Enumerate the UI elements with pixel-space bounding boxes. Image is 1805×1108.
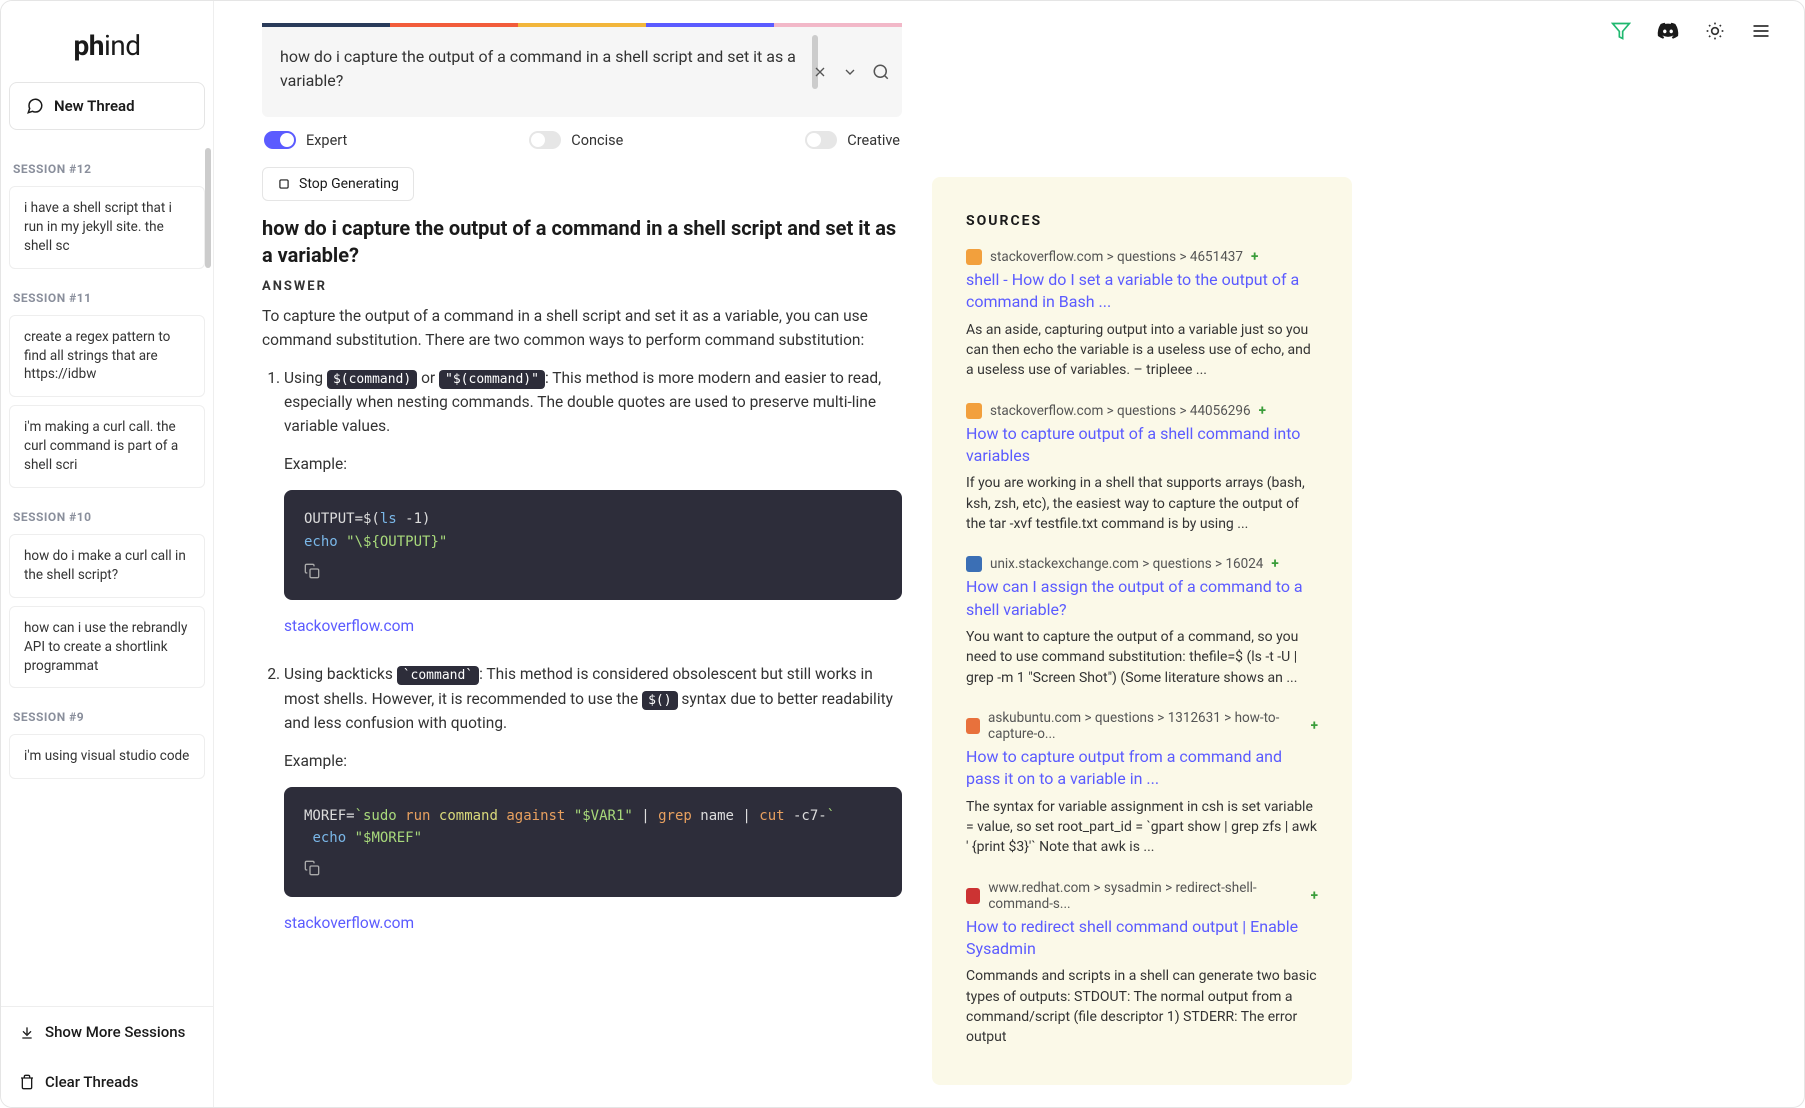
menu-icon[interactable] bbox=[1751, 21, 1771, 41]
session-item[interactable]: how can i use the rebrandly API to creat… bbox=[9, 606, 205, 689]
search-box bbox=[262, 27, 902, 117]
code-block-1: OUTPUT=$(ls -1) echo "\${OUTPUT}" bbox=[284, 490, 902, 600]
session-item[interactable]: how do i make a curl call in the shell s… bbox=[9, 534, 205, 598]
stop-icon bbox=[277, 177, 291, 191]
center-column: Expert Concise Creative Stop Generating … bbox=[262, 1, 902, 1107]
source-item: stackoverflow.com > questions > 44056296… bbox=[966, 403, 1318, 535]
session-item[interactable]: i have a shell script that i run in my j… bbox=[9, 186, 205, 269]
creative-toggle[interactable] bbox=[805, 131, 837, 149]
session-header: SESSION #12 bbox=[9, 148, 205, 186]
source-url: unix.stackexchange.com > questions > 160… bbox=[966, 556, 1318, 572]
plus-icon[interactable]: + bbox=[1311, 718, 1318, 734]
plus-icon[interactable]: + bbox=[1259, 403, 1266, 419]
scrollbar[interactable] bbox=[205, 148, 211, 268]
source-description: You want to capture the output of a comm… bbox=[966, 627, 1318, 688]
source-item: www.redhat.com > sysadmin > redirect-she… bbox=[966, 880, 1318, 1048]
source-url: stackoverflow.com > questions > 4651437 … bbox=[966, 249, 1318, 265]
source-title-link[interactable]: How to capture output from a command and… bbox=[966, 746, 1318, 791]
source-item: unix.stackexchange.com > questions > 160… bbox=[966, 556, 1318, 688]
search-icon[interactable] bbox=[872, 63, 890, 81]
theme-icon[interactable] bbox=[1705, 21, 1725, 41]
sidebar-footer: Show More Sessions Clear Threads bbox=[1, 1006, 213, 1107]
session-item[interactable]: create a regex pattern to find all strin… bbox=[9, 315, 205, 398]
question-title: how do i capture the output of a command… bbox=[262, 215, 902, 269]
favicon bbox=[966, 556, 982, 572]
source-link[interactable]: stackoverflow.com bbox=[284, 617, 414, 635]
source-description: The syntax for variable assignment in cs… bbox=[966, 797, 1318, 858]
sessions-list: SESSION #12i have a shell script that i … bbox=[1, 148, 213, 1006]
copy-icon[interactable] bbox=[304, 860, 320, 876]
sidebar: phind New Thread SESSION #12i have a she… bbox=[1, 1, 214, 1107]
show-more-sessions-button[interactable]: Show More Sessions bbox=[1, 1007, 213, 1057]
source-link[interactable]: stackoverflow.com bbox=[284, 914, 414, 932]
source-title-link[interactable]: shell - How do I set a variable to the o… bbox=[966, 269, 1318, 314]
source-item: askubuntu.com > questions > 1312631 > ho… bbox=[966, 710, 1318, 858]
session-header: SESSION #11 bbox=[9, 277, 205, 315]
source-item: stackoverflow.com > questions > 4651437 … bbox=[966, 249, 1318, 381]
source-description: If you are working in a shell that suppo… bbox=[966, 473, 1318, 534]
search-input[interactable] bbox=[280, 45, 846, 95]
answer-method-2: Using backticks `command`: This method i… bbox=[284, 662, 902, 935]
source-title-link[interactable]: How to capture output of a shell command… bbox=[966, 423, 1318, 468]
session-item[interactable]: i'm using visual studio code bbox=[9, 734, 205, 779]
source-title-link[interactable]: How to redirect shell command output | E… bbox=[966, 916, 1318, 961]
answer-label: ANSWER bbox=[262, 279, 902, 294]
plus-icon[interactable]: + bbox=[1311, 888, 1318, 904]
sources-label: SOURCES bbox=[966, 213, 1318, 229]
answer-body: To capture the output of a command in a … bbox=[262, 304, 902, 989]
favicon bbox=[966, 718, 980, 734]
new-thread-button[interactable]: New Thread bbox=[9, 82, 205, 130]
session-header: SESSION #9 bbox=[9, 696, 205, 734]
filter-icon[interactable] bbox=[1611, 21, 1631, 41]
trash-icon bbox=[19, 1074, 35, 1090]
download-icon bbox=[19, 1024, 35, 1040]
sources-panel: SOURCES stackoverflow.com > questions > … bbox=[932, 177, 1352, 1085]
answer-method-1: Using $(command) or "$(command)": This m… bbox=[284, 366, 902, 638]
code-block-2: MOREF=`sudo run command against "$VAR1" … bbox=[284, 787, 902, 897]
source-description: As an aside, capturing output into a var… bbox=[966, 320, 1318, 381]
discord-icon[interactable] bbox=[1657, 20, 1679, 42]
plus-icon[interactable]: + bbox=[1271, 556, 1278, 572]
source-url: www.redhat.com > sysadmin > redirect-she… bbox=[966, 880, 1318, 912]
clear-icon[interactable] bbox=[812, 64, 828, 80]
chevron-down-icon[interactable] bbox=[842, 64, 858, 80]
clear-threads-button[interactable]: Clear Threads bbox=[1, 1057, 213, 1107]
logo: phind bbox=[1, 1, 213, 82]
source-url: askubuntu.com > questions > 1312631 > ho… bbox=[966, 710, 1318, 742]
copy-icon[interactable] bbox=[304, 563, 320, 579]
topbar bbox=[1587, 6, 1795, 42]
favicon bbox=[966, 249, 982, 265]
mode-toggles: Expert Concise Creative bbox=[262, 117, 902, 163]
concise-toggle[interactable] bbox=[529, 131, 561, 149]
chat-icon bbox=[26, 97, 44, 115]
favicon bbox=[966, 403, 982, 419]
session-item[interactable]: i'm making a curl call. the curl command… bbox=[9, 405, 205, 488]
stop-generating-button[interactable]: Stop Generating bbox=[262, 167, 414, 201]
source-url: stackoverflow.com > questions > 44056296… bbox=[966, 403, 1318, 419]
main: Expert Concise Creative Stop Generating … bbox=[214, 1, 1804, 1107]
plus-icon[interactable]: + bbox=[1251, 249, 1258, 265]
source-description: Commands and scripts in a shell can gene… bbox=[966, 966, 1318, 1047]
expert-toggle[interactable] bbox=[264, 131, 296, 149]
source-title-link[interactable]: How can I assign the output of a command… bbox=[966, 576, 1318, 621]
session-header: SESSION #10 bbox=[9, 496, 205, 534]
favicon bbox=[966, 888, 980, 904]
